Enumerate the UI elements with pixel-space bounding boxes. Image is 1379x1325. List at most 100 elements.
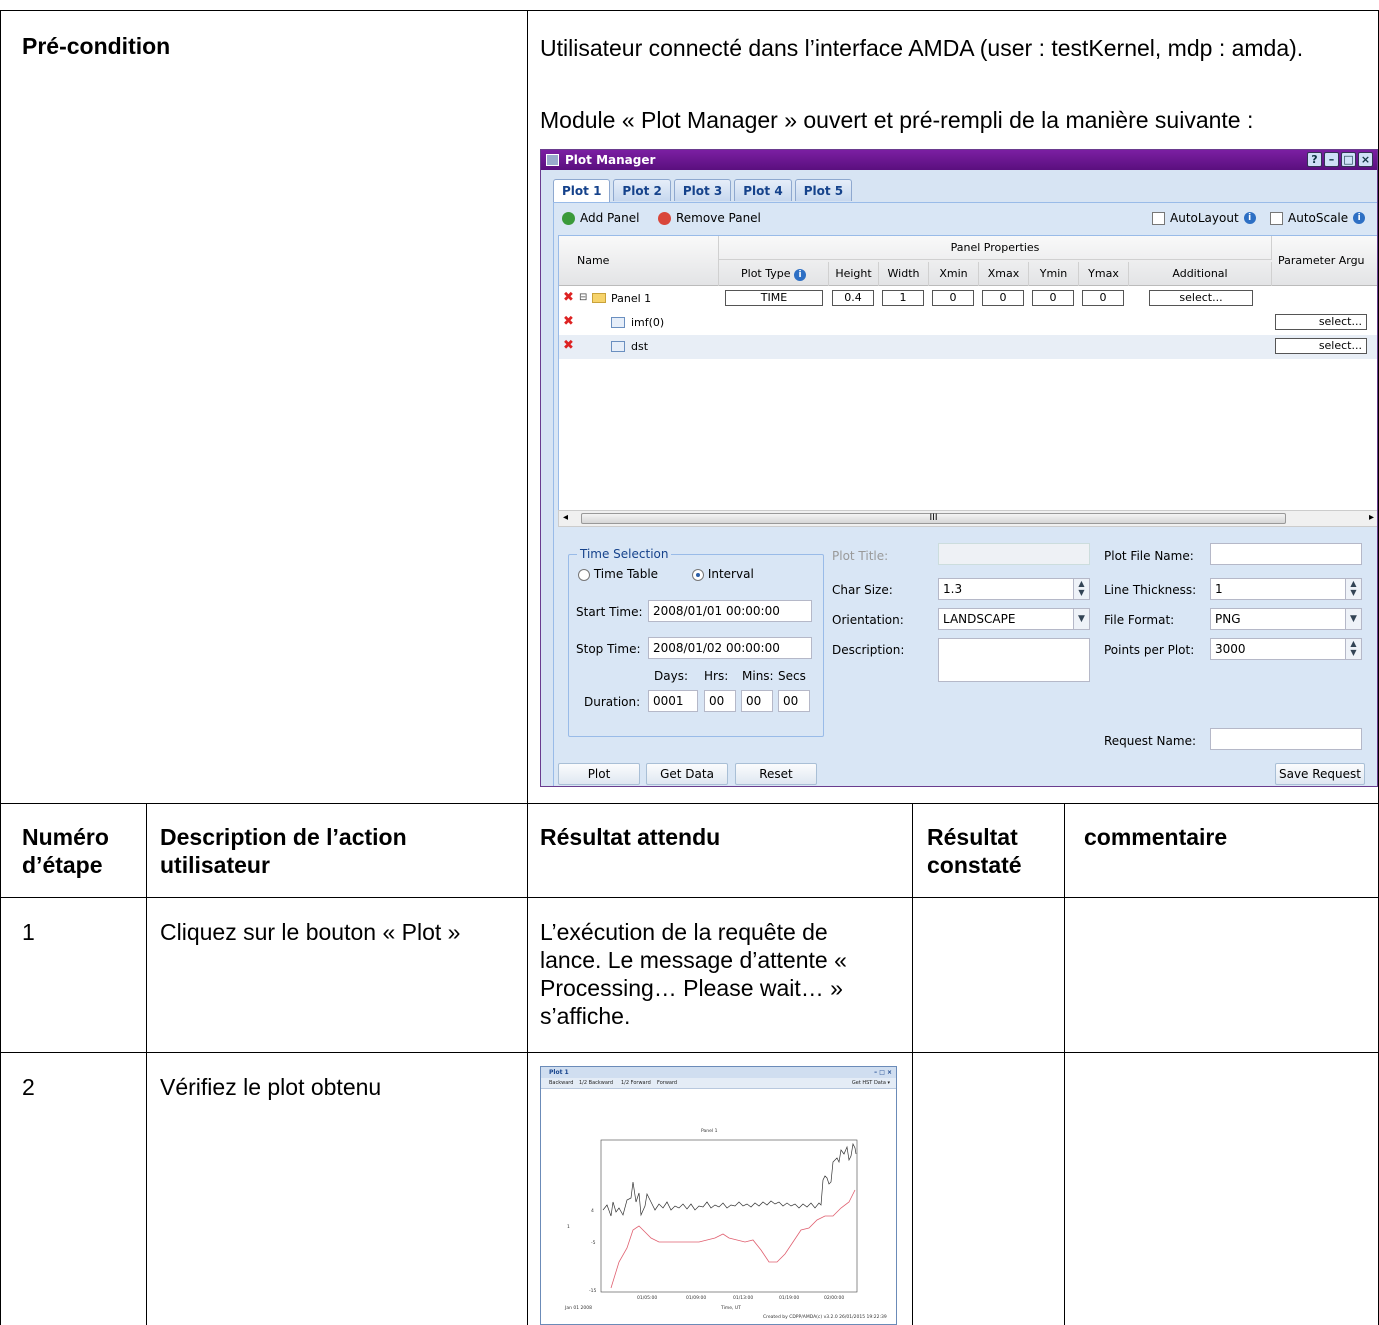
start-time-input[interactable]: 2008/01/01 00:00:00 [648, 600, 812, 622]
ymax-cell[interactable]: 0 [1082, 290, 1124, 306]
col-width[interactable]: Width [879, 262, 929, 286]
interval-radio[interactable]: Interval [692, 567, 754, 581]
delete-icon[interactable]: ✖ [563, 338, 574, 353]
forward-button[interactable]: Forward [657, 1078, 677, 1089]
autolayout-checkbox[interactable] [1152, 211, 1165, 225]
table-row-divider [0, 1052, 1379, 1053]
autolayout-toggle[interactable]: AutoLayout i [1152, 211, 1256, 225]
file-format-label: File Format: [1104, 613, 1175, 627]
col-plot-type[interactable]: Plot Type i [719, 262, 829, 286]
precondition-line2: Module « Plot Manager » ouvert et pré-re… [540, 107, 1254, 133]
chevron-down-icon[interactable]: ▼ [1345, 609, 1361, 629]
line-thickness-spinner[interactable]: 1 ▲ ▼ [1210, 578, 1362, 600]
maximize-icon[interactable]: □ [1341, 152, 1356, 167]
additional-select-button[interactable]: select... [1149, 290, 1253, 306]
tab-plot-1[interactable]: Plot 1 [553, 179, 611, 203]
tab-plot-5[interactable]: Plot 5 [794, 179, 853, 201]
minimize-icon[interactable]: – [1324, 152, 1339, 167]
tab-plot-4[interactable]: Plot 4 [734, 179, 792, 201]
tree-row-parameter[interactable]: ✖ dst select... [559, 335, 1377, 359]
autolayout-label: AutoLayout [1170, 211, 1239, 225]
get-data-button[interactable]: Get Data [646, 763, 728, 785]
backward-button[interactable]: Backward [549, 1078, 573, 1089]
row-name: dst [631, 340, 649, 353]
window-controls-icon[interactable]: – □ × [874, 1067, 892, 1078]
close-icon[interactable]: × [1358, 152, 1373, 167]
col-additional[interactable]: Additional [1129, 262, 1272, 286]
radio-icon[interactable] [578, 568, 590, 581]
spinner-icon[interactable]: ▲ ▼ [1345, 579, 1361, 599]
duration-hrs-input[interactable]: 00 [704, 690, 736, 712]
y-tick-label: 4 [591, 1209, 594, 1214]
col-name[interactable]: Name [559, 236, 719, 286]
plot-title-input[interactable] [938, 543, 1090, 565]
info-icon[interactable]: i [1353, 212, 1366, 224]
autoscale-toggle[interactable]: AutoScale i [1270, 211, 1366, 225]
test-document: Pré-condition Utilisateur connecté dans … [0, 0, 1379, 1325]
interval-label: Interval [707, 567, 754, 581]
tree-row-panel[interactable]: ✖ ⊟ Panel 1 TIME 0.4 1 0 0 0 0 select... [559, 287, 1377, 311]
chevron-down-icon[interactable]: ▼ [1073, 609, 1089, 629]
duration-days-input[interactable]: 0001 [648, 690, 698, 712]
file-format-select[interactable]: PNG ▼ [1210, 608, 1362, 630]
half-backward-button[interactable]: 1/2 Backward [579, 1078, 613, 1089]
precondition-line1: Utilisateur connecté dans l’interface AM… [540, 35, 1304, 61]
add-panel-button[interactable]: Add Panel [562, 211, 639, 225]
duration-mins-input[interactable]: 00 [741, 690, 773, 712]
half-forward-button[interactable]: 1/2 Forward [621, 1078, 651, 1089]
add-panel-label: Add Panel [580, 211, 640, 225]
help-icon[interactable]: ? [1307, 152, 1322, 167]
col-height[interactable]: Height [829, 262, 879, 286]
scroll-left-icon[interactable]: ◂ [563, 512, 568, 523]
spinner-icon[interactable]: ▲ ▼ [1073, 579, 1089, 599]
stop-time-input[interactable]: 2008/01/02 00:00:00 [648, 637, 812, 659]
xmax-cell[interactable]: 0 [982, 290, 1024, 306]
col-ymin[interactable]: Ymin [1029, 262, 1079, 286]
request-name-input[interactable] [1210, 728, 1362, 750]
height-cell[interactable]: 0.4 [832, 290, 874, 306]
info-icon[interactable]: i [794, 269, 806, 281]
width-cell[interactable]: 1 [882, 290, 924, 306]
table-border-left [0, 10, 1, 1325]
orientation-select[interactable]: LANDSCAPE ▼ [938, 608, 1090, 630]
scroll-thumb[interactable]: III [581, 513, 1286, 524]
col-xmin[interactable]: Xmin [929, 262, 979, 286]
horizontal-scrollbar[interactable]: ◂ III ▸ [558, 510, 1377, 527]
duration-secs-input[interactable]: 00 [778, 690, 810, 712]
col-parameter-args[interactable]: Parameter Argu [1272, 236, 1377, 286]
tab-plot-2[interactable]: Plot 2 [613, 179, 671, 201]
parameter-icon [611, 341, 625, 352]
col-xmax[interactable]: Xmax [979, 262, 1029, 286]
plot-navigation-toolbar: Backward 1/2 Backward 1/2 Forward Forwar… [541, 1078, 896, 1089]
x-tick-label: 01/05:00 [637, 1296, 658, 1301]
tree-row-parameter[interactable]: ✖ imf(0) select... [559, 311, 1377, 335]
col-ymax[interactable]: Ymax [1079, 262, 1129, 286]
plot-button[interactable]: Plot [558, 763, 640, 785]
scroll-right-icon[interactable]: ▸ [1369, 512, 1374, 523]
plot-type-cell[interactable]: TIME [725, 290, 823, 306]
spinner-icon[interactable]: ▲ ▼ [1345, 639, 1361, 659]
param-select-button[interactable]: select... [1275, 338, 1367, 354]
param-select-button[interactable]: select... [1275, 314, 1367, 330]
save-request-button[interactable]: Save Request [1275, 763, 1365, 785]
reset-button[interactable]: Reset [735, 763, 817, 785]
get-hst-data-button[interactable]: Get HST Data ▾ [852, 1078, 890, 1089]
remove-panel-button[interactable]: Remove Panel [658, 211, 761, 225]
points-per-plot-spinner[interactable]: 3000 ▲ ▼ [1210, 638, 1362, 660]
plot-frame [600, 1139, 858, 1293]
delete-icon[interactable]: ✖ [563, 290, 574, 305]
delete-icon[interactable]: ✖ [563, 314, 574, 329]
panel-toolbar: Add Panel Remove Panel AutoLayout i Auto… [558, 209, 1377, 229]
info-icon[interactable]: i [1243, 212, 1256, 224]
autoscale-checkbox[interactable] [1270, 211, 1283, 225]
time-table-radio[interactable]: Time Table [578, 567, 658, 581]
description-textarea[interactable] [938, 638, 1090, 682]
tab-plot-3[interactable]: Plot 3 [673, 179, 732, 201]
time-table-label: Time Table [593, 567, 659, 581]
plot-file-name-input[interactable] [1210, 543, 1362, 565]
collapse-icon[interactable]: ⊟ [579, 292, 587, 303]
ymin-cell[interactable]: 0 [1032, 290, 1074, 306]
radio-icon[interactable] [692, 568, 704, 581]
xmin-cell[interactable]: 0 [932, 290, 974, 306]
char-size-spinner[interactable]: 1.3 ▲ ▼ [938, 578, 1090, 600]
